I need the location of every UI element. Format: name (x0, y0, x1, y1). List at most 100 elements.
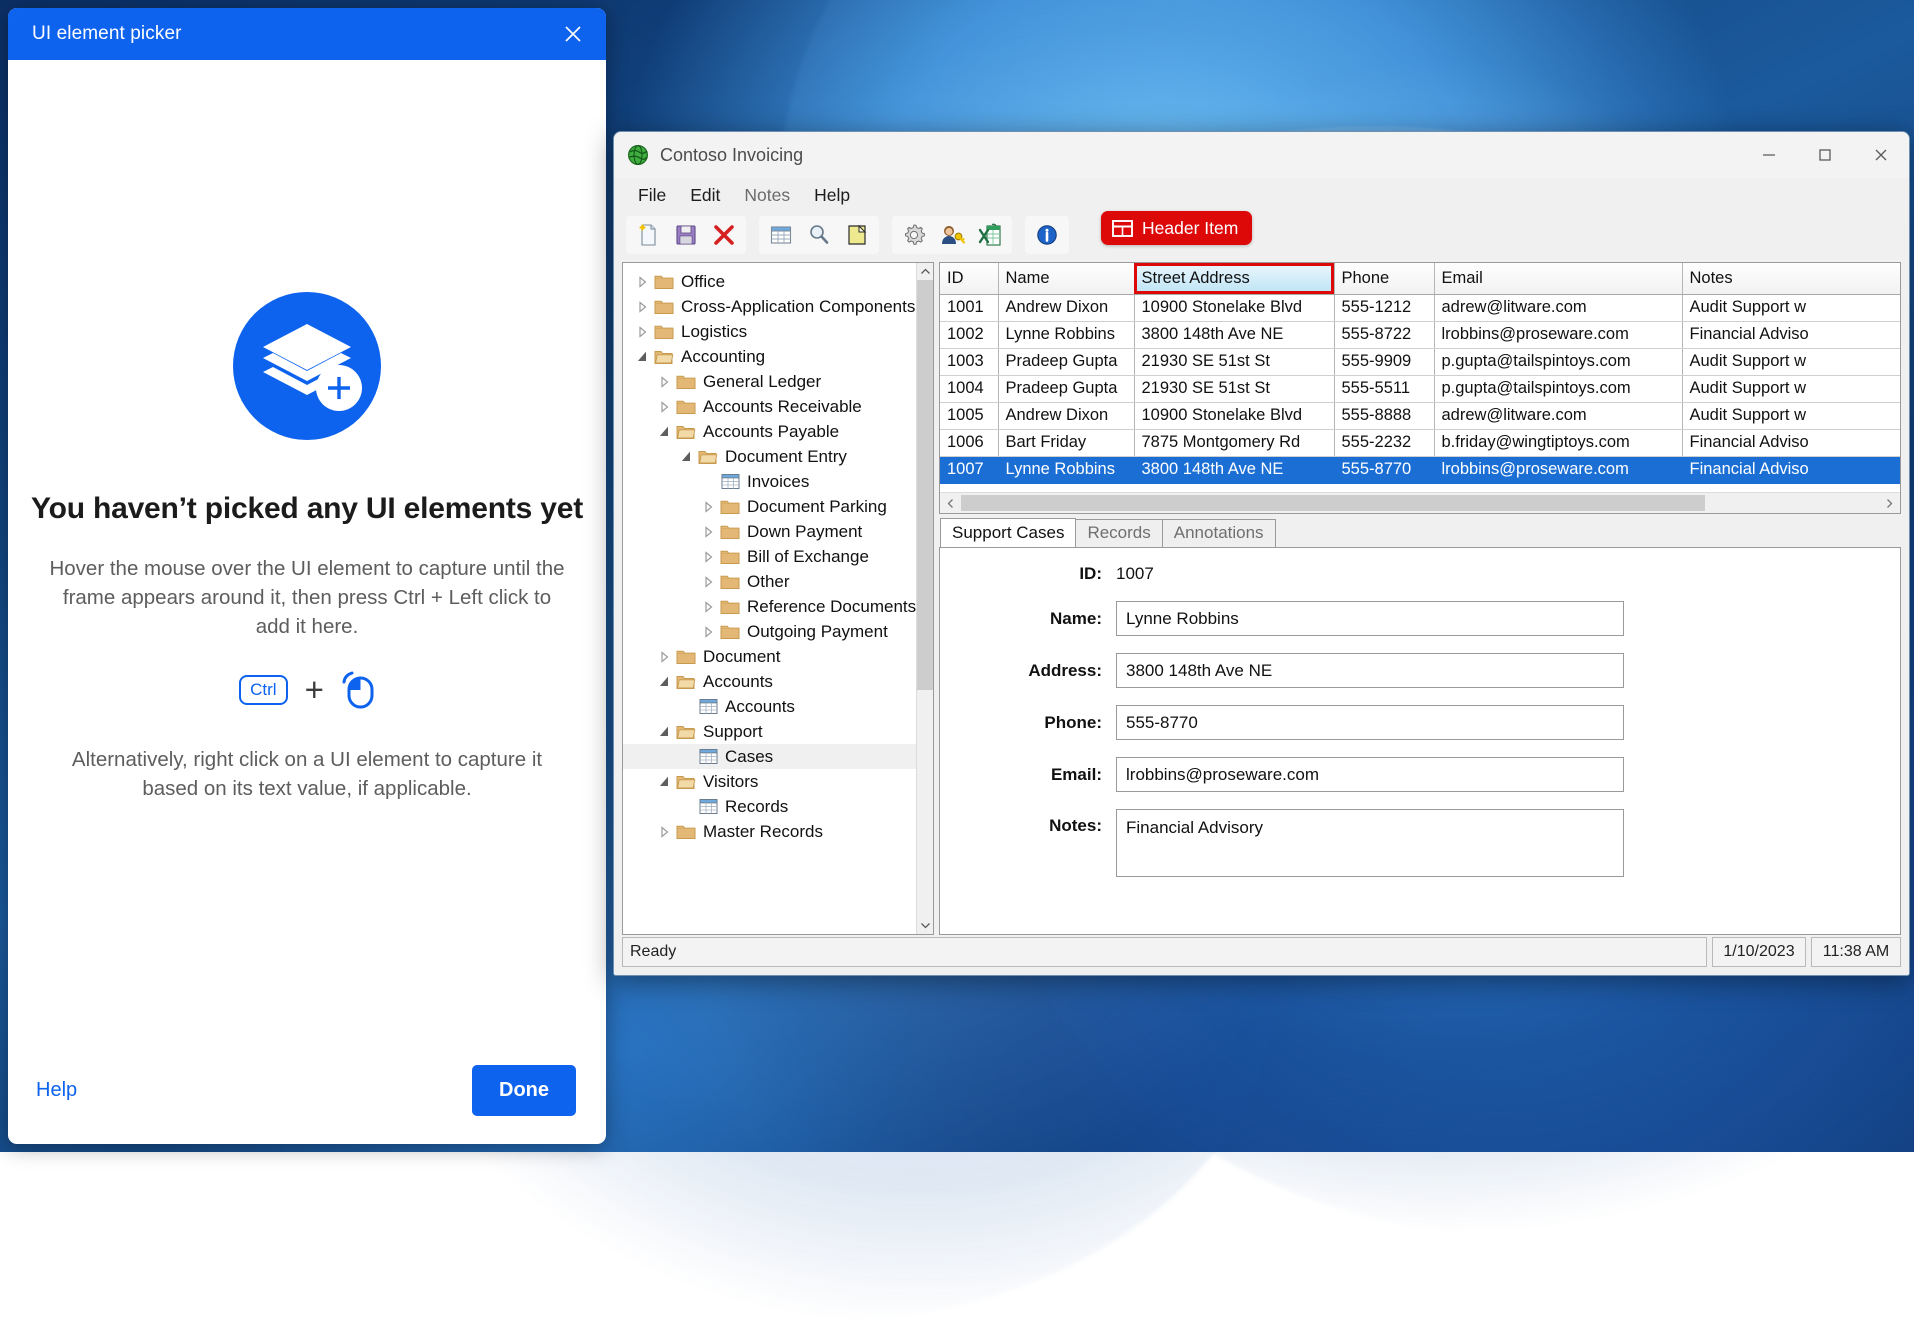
tree-item[interactable]: Office (623, 269, 916, 294)
chevron-down-icon[interactable] (676, 451, 696, 463)
status-text: Ready (622, 937, 1707, 967)
tree-item-label: Support (698, 722, 763, 742)
menu-edit[interactable]: Edit (678, 182, 732, 209)
help-link[interactable]: Help (36, 1079, 460, 1102)
tree-item[interactable]: Accounts Receivable (623, 394, 916, 419)
chevron-right-icon[interactable] (654, 826, 674, 838)
user-key-icon[interactable] (935, 218, 969, 252)
grid-scrollbar-thumb[interactable] (961, 495, 1705, 511)
scroll-down-icon[interactable] (920, 917, 931, 934)
scroll-left-icon[interactable] (940, 498, 961, 509)
tree-item[interactable]: Outgoing Payment (623, 619, 916, 644)
column-header[interactable]: Name (998, 263, 1134, 294)
yellow-note-icon[interactable] (840, 218, 874, 252)
tree-item[interactable]: Logistics (623, 319, 916, 344)
chevron-down-icon[interactable] (654, 726, 674, 738)
column-header[interactable]: Phone (1334, 263, 1434, 294)
column-header[interactable]: Email (1434, 263, 1682, 294)
chevron-down-icon[interactable] (654, 776, 674, 788)
red-x-icon[interactable] (707, 218, 741, 252)
app-titlebar[interactable]: Contoso Invoicing (614, 132, 1909, 178)
info-icon[interactable] (1030, 218, 1064, 252)
tree-item[interactable]: Support (623, 719, 916, 744)
column-header[interactable]: ID (940, 263, 998, 294)
phone-field[interactable] (1116, 705, 1624, 740)
close-icon[interactable] (550, 14, 596, 54)
tree-item[interactable]: Reference Documents (623, 594, 916, 619)
menu-file[interactable]: File (626, 182, 678, 209)
table-row[interactable]: 1006Bart Friday7875 Montgomery Rd555-223… (940, 429, 1900, 456)
address-field[interactable] (1116, 653, 1624, 688)
tree-item[interactable]: Accounts Payable (623, 419, 916, 444)
table-row[interactable]: 1007Lynne Robbins3800 148th Ave NE555-87… (940, 456, 1900, 483)
tree-item[interactable]: Bill of Exchange (623, 544, 916, 569)
tree-scrollbar-thumb[interactable] (917, 280, 933, 690)
chevron-right-icon[interactable] (698, 551, 718, 563)
chevron-down-icon[interactable] (632, 351, 652, 363)
chevron-right-icon[interactable] (654, 376, 674, 388)
tree-item[interactable]: Visitors (623, 769, 916, 794)
chevron-right-icon[interactable] (698, 601, 718, 613)
tree-item[interactable]: Master Records (623, 819, 916, 844)
grid-scrollbar-track[interactable] (961, 493, 1879, 513)
gear-icon[interactable] (897, 218, 931, 252)
close-button[interactable] (1853, 132, 1909, 178)
table-row[interactable]: 1003Pradeep Gupta21930 SE 51st St555-990… (940, 348, 1900, 375)
column-header[interactable]: Street Address (1134, 263, 1334, 294)
magnifier-icon[interactable] (802, 218, 836, 252)
maximize-button[interactable] (1797, 132, 1853, 178)
tab-records[interactable]: Records (1075, 519, 1162, 547)
records-table[interactable]: IDNameStreet AddressPhoneEmailNotes 1001… (940, 263, 1900, 484)
tree-item[interactable]: Document Parking (623, 494, 916, 519)
email-field[interactable] (1116, 757, 1624, 792)
new-document-icon[interactable] (631, 218, 665, 252)
tree-item[interactable]: Document Entry (623, 444, 916, 469)
column-header[interactable]: Notes (1682, 263, 1900, 294)
floppy-disk-icon[interactable] (669, 218, 703, 252)
chevron-right-icon[interactable] (654, 401, 674, 413)
tree-scrollbar-track[interactable] (917, 280, 933, 917)
chevron-right-icon[interactable] (698, 626, 718, 638)
menu-help[interactable]: Help (802, 182, 862, 209)
table-row[interactable]: 1002Lynne Robbins3800 148th Ave NE555-87… (940, 321, 1900, 348)
table-row[interactable]: 1001Andrew Dixon10900 Stonelake Blvd555-… (940, 294, 1900, 321)
name-field[interactable] (1116, 601, 1624, 636)
done-button[interactable]: Done (472, 1065, 576, 1116)
tree-item[interactable]: Invoices (623, 469, 916, 494)
tree-vertical-scrollbar[interactable] (916, 263, 933, 934)
tree-item[interactable]: General Ledger (623, 369, 916, 394)
tree-item[interactable]: Cases (623, 744, 916, 769)
tree-item[interactable]: Accounting (623, 344, 916, 369)
chevron-right-icon[interactable] (632, 301, 652, 313)
tree-item[interactable]: Down Payment (623, 519, 916, 544)
tab-annotations[interactable]: Annotations (1162, 519, 1276, 547)
chevron-right-icon[interactable] (632, 326, 652, 338)
tree-item[interactable]: Accounts (623, 669, 916, 694)
tree-item[interactable]: Document (623, 644, 916, 669)
tree-item[interactable]: Other (623, 569, 916, 594)
excel-icon[interactable] (973, 218, 1007, 252)
chevron-down-icon[interactable] (654, 676, 674, 688)
chevron-right-icon[interactable] (698, 526, 718, 538)
scroll-up-icon[interactable] (920, 263, 931, 280)
menu-notes[interactable]: Notes (732, 182, 802, 209)
scroll-right-icon[interactable] (1879, 498, 1900, 509)
table-row[interactable]: 1004Pradeep Gupta21930 SE 51st St555-551… (940, 375, 1900, 402)
notes-field[interactable]: Financial Advisory (1116, 809, 1624, 877)
minimize-button[interactable] (1741, 132, 1797, 178)
grid-horizontal-scrollbar[interactable] (940, 492, 1900, 513)
chevron-down-icon[interactable] (654, 426, 674, 438)
table-cell: b.friday@wingtiptoys.com (1434, 429, 1682, 456)
navigation-tree[interactable]: OfficeCross-Application ComponentsLogist… (623, 263, 916, 934)
tree-item[interactable]: Records (623, 794, 916, 819)
chevron-right-icon[interactable] (698, 576, 718, 588)
tree-item[interactable]: Cross-Application Components (623, 294, 916, 319)
folder-icon (674, 823, 698, 840)
tab-support-cases[interactable]: Support Cases (940, 518, 1076, 547)
chevron-right-icon[interactable] (632, 276, 652, 288)
tree-item[interactable]: Accounts (623, 694, 916, 719)
table-row[interactable]: 1005Andrew Dixon10900 Stonelake Blvd555-… (940, 402, 1900, 429)
chevron-right-icon[interactable] (654, 651, 674, 663)
table-grid-icon[interactable] (764, 218, 798, 252)
chevron-right-icon[interactable] (698, 501, 718, 513)
